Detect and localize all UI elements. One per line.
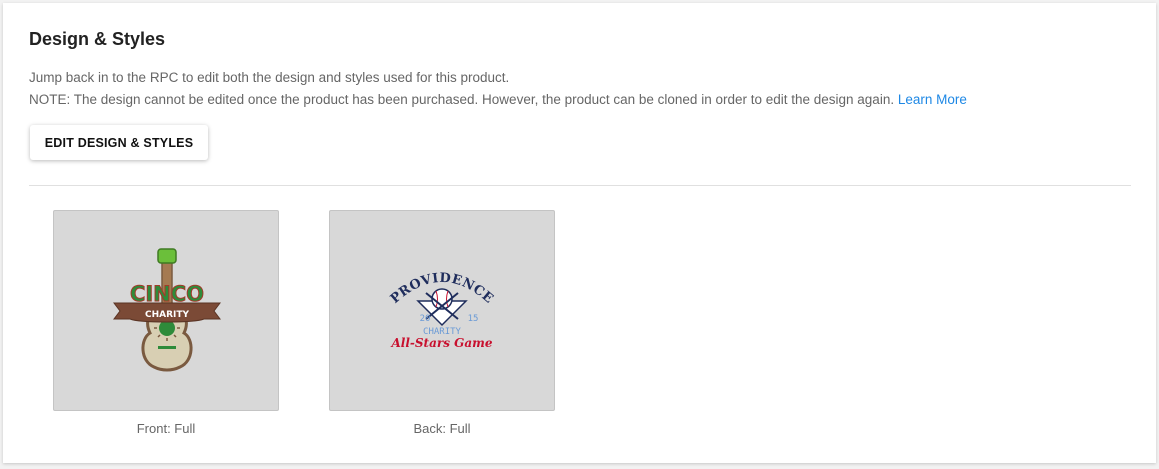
edit-design-styles-button[interactable]: EDIT DESIGN & STYLES (30, 125, 208, 160)
front-design-thumbnail[interactable]: CHARITY CINCO (53, 210, 279, 411)
design-text-de-mayo: CHARITY (145, 310, 190, 320)
design-text-cinco: CINCO (130, 282, 204, 306)
divider (29, 185, 1131, 186)
front-caption: Front: Full (136, 421, 196, 436)
providence-charity-artwork: PROVIDENCE 20 15 CHARITY All-Stars Game (388, 271, 496, 350)
section-description: Jump back in to the RPC to edit both the… (29, 67, 967, 111)
design-text-year-right: 15 (468, 314, 479, 324)
section-title: Design & Styles (29, 29, 166, 49)
cinco-de-mayo-artwork: CHARITY CINCO (113, 248, 221, 372)
description-line-2: NOTE: The design cannot be edited once t… (29, 89, 967, 111)
learn-more-link[interactable]: Learn More (898, 92, 967, 107)
description-line-1: Jump back in to the RPC to edit both the… (29, 70, 510, 85)
back-caption: Back: Full (413, 421, 471, 436)
design-text-all-stars-game: All-Stars Game (390, 336, 492, 350)
design-text-year-left: 20 (420, 314, 431, 324)
note-text: NOTE: The design cannot be edited once t… (29, 92, 895, 107)
back-design-thumbnail[interactable]: PROVIDENCE 20 15 CHARITY All-Stars Game (329, 210, 555, 411)
design-styles-card: Design & Styles Jump back in to the RPC … (3, 3, 1156, 463)
